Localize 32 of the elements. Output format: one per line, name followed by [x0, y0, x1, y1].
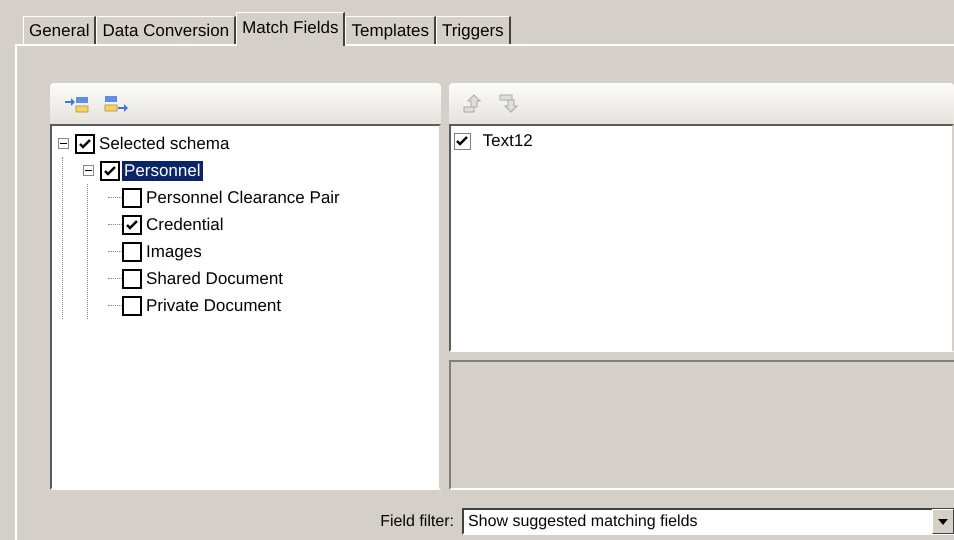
tab[interactable]: General	[23, 16, 96, 44]
checkmark-icon	[456, 136, 468, 146]
checkmark-icon	[104, 166, 116, 176]
collapse-icon[interactable]	[58, 138, 69, 149]
checkbox[interactable]	[454, 132, 471, 150]
tab[interactable]: Match Fields	[236, 12, 346, 46]
tree-item[interactable]: Private Document	[144, 296, 284, 316]
tree-item[interactable]: Images	[144, 242, 204, 262]
collapse-icon[interactable]	[83, 165, 94, 176]
checkbox[interactable]	[100, 160, 120, 180]
tree-item[interactable]: Credential	[144, 214, 226, 234]
tree-item[interactable]: Selected schema	[97, 134, 232, 154]
caret-icon	[938, 518, 948, 524]
remove-icon[interactable]	[104, 94, 130, 114]
field-item[interactable]: Text12	[480, 131, 535, 151]
field-filter-label: Field filter:	[380, 512, 454, 530]
field-filter-dropdown[interactable]: Show suggested matching fields	[462, 508, 954, 535]
checkbox[interactable]	[122, 296, 142, 316]
checkbox[interactable]	[122, 188, 142, 208]
checkbox[interactable]	[122, 268, 142, 288]
checkmark-icon	[79, 138, 91, 148]
checkmark-icon	[126, 220, 138, 230]
checkbox[interactable]	[122, 242, 142, 262]
dropdown-button[interactable]	[932, 509, 954, 534]
tab[interactable]: Data Conversion	[96, 16, 236, 44]
tree-item[interactable]: Personnel	[122, 160, 203, 180]
tab[interactable]: Templates	[345, 16, 436, 44]
checkbox[interactable]	[122, 214, 142, 234]
tree-item[interactable]: Shared Document	[144, 268, 286, 288]
tree-item[interactable]: Personnel Clearance Pair	[144, 188, 342, 208]
tab[interactable]: Triggers	[436, 16, 511, 44]
checkbox[interactable]	[75, 134, 95, 154]
